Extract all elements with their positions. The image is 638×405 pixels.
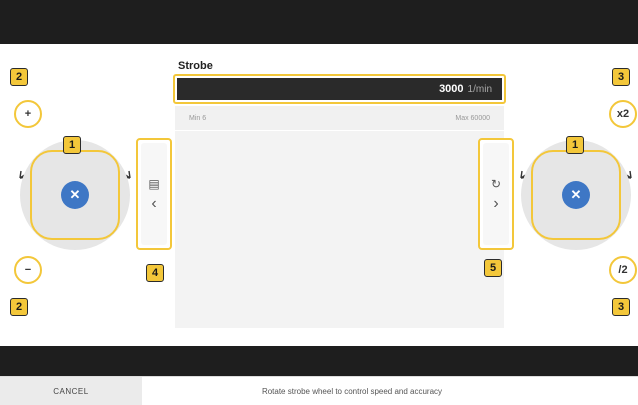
left-wheel[interactable]: ✕ [20, 140, 130, 250]
speed-unit: 1/min [467, 83, 492, 95]
refresh-icon: ↻ [490, 177, 502, 191]
right-wheel[interactable]: ✕ [521, 140, 631, 250]
badge-prev: 4 [146, 264, 164, 282]
footer: CANCEL Rotate strobe wheel to control sp… [0, 376, 638, 405]
left-wheel-center-icon[interactable]: ✕ [61, 181, 89, 209]
panel-content-area [175, 131, 504, 328]
panel-title: Strobe [178, 60, 213, 72]
speed-display-inner: 3000 1/min [177, 78, 502, 100]
strobe-screen: Strobe 3000 1/min Min 6 Max 60000 ▤ ‹ ↻ … [0, 0, 638, 405]
divide-by-2-button[interactable]: /2 [609, 256, 637, 284]
top-bar [0, 0, 638, 44]
menu-icon: ▤ [148, 177, 160, 191]
prev-button[interactable]: ▤ ‹ [136, 138, 172, 250]
badge-div2: 3 [612, 298, 630, 316]
hint-text: Rotate strobe wheel to control speed and… [261, 387, 443, 396]
chevron-left-icon: ‹ [151, 195, 157, 212]
plus-button[interactable]: + [14, 100, 42, 128]
cancel-button[interactable]: CANCEL [0, 377, 142, 405]
speed-range: Min 6 Max 60000 [175, 106, 504, 130]
badge-wheel-left: 1 [63, 136, 81, 154]
max-label: Max 60000 [455, 114, 490, 122]
chevron-right-icon: › [493, 195, 499, 212]
next-button-inner: ↻ › [483, 143, 509, 245]
speed-value: 3000 [439, 83, 464, 95]
prev-button-inner: ▤ ‹ [141, 143, 167, 245]
next-button[interactable]: ↻ › [478, 138, 514, 250]
badge-wheel-right: 1 [566, 136, 584, 154]
bottom-bar [0, 346, 638, 376]
badge-x2: 3 [612, 68, 630, 86]
min-label: Min 6 [189, 114, 207, 122]
badge-plus: 2 [10, 68, 28, 86]
speed-display[interactable]: 3000 1/min [173, 74, 506, 104]
multiply-x2-button[interactable]: x2 [609, 100, 637, 128]
minus-button[interactable]: − [14, 256, 42, 284]
right-wheel-center-icon[interactable]: ✕ [562, 181, 590, 209]
badge-next: 5 [484, 259, 502, 277]
badge-minus: 2 [10, 298, 28, 316]
